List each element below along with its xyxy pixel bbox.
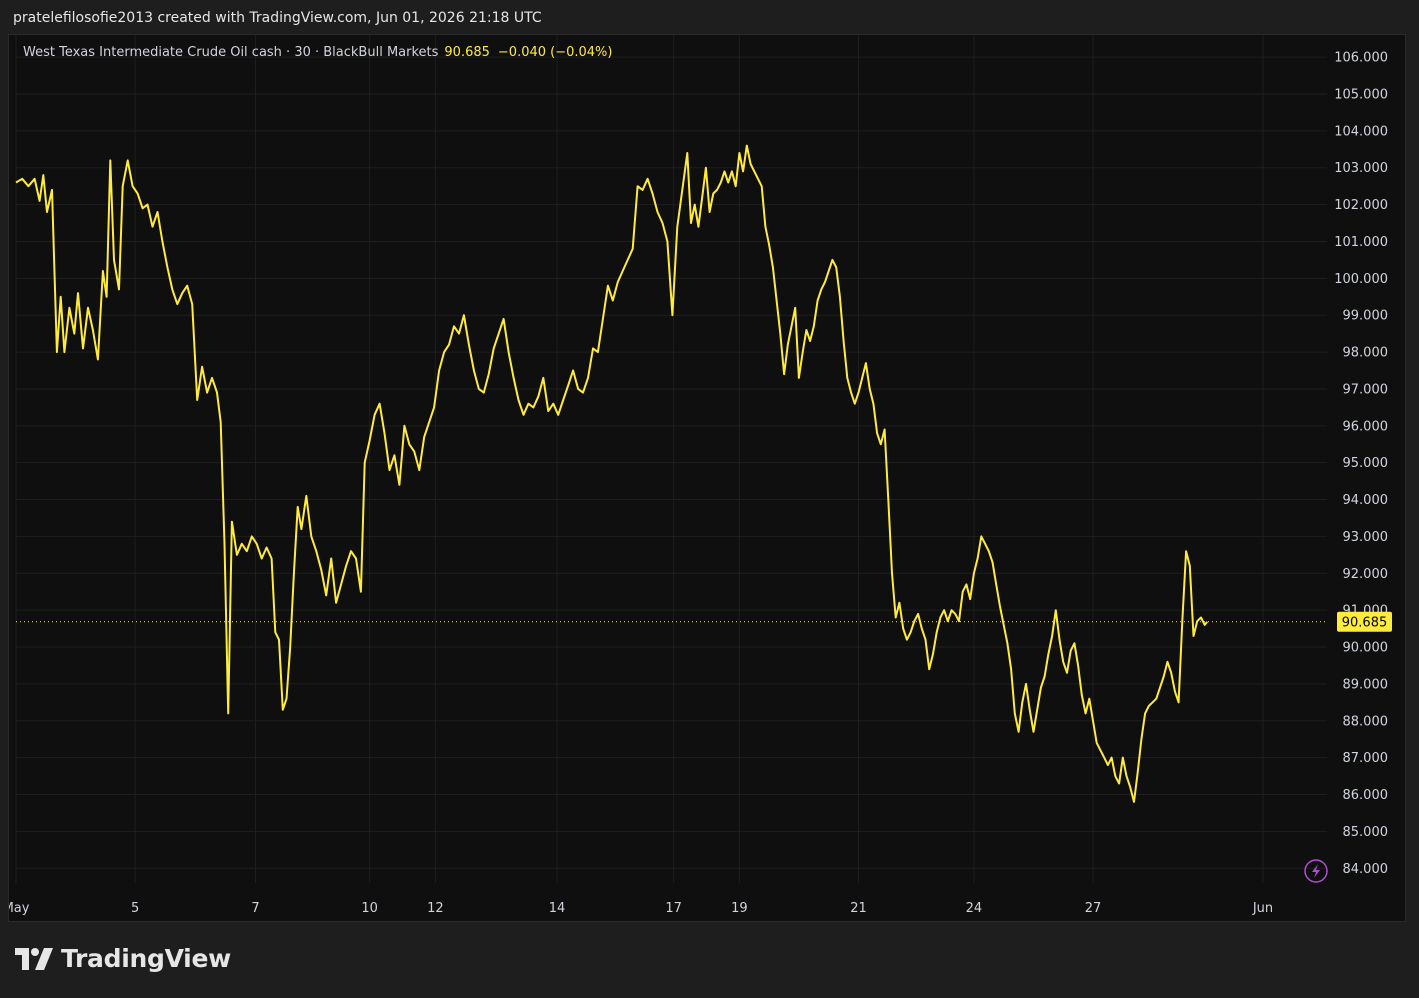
legend-change: −0.040 (−0.04%): [497, 45, 613, 60]
symbol-legend: West Texas Intermediate Crude Oil cash ·…: [23, 45, 612, 60]
y-tick-label: 102.000: [1334, 198, 1388, 213]
legend-price: 90.685: [444, 45, 490, 60]
x-tick-label: 27: [1085, 901, 1102, 916]
y-tick-label: 106.000: [1334, 51, 1388, 66]
y-tick-label: 100.000: [1334, 272, 1388, 287]
x-tick-label: 7: [251, 901, 259, 916]
y-tick-label: 85.000: [1343, 825, 1389, 840]
y-tick-label: 103.000: [1334, 161, 1388, 176]
symbol-description: West Texas Intermediate Crude Oil cash ·…: [23, 45, 439, 60]
x-tick-label: 14: [549, 901, 566, 916]
chart-panel[interactable]: 84.000 85.000 86.000 87.000 88.000 89.000 90.0…: [8, 34, 1406, 922]
lightning-icon: [1304, 859, 1328, 883]
x-tick-label: 10: [361, 901, 378, 916]
chart-overlay: 90.685: [16, 611, 1392, 883]
y-tick-label: 101.000: [1334, 235, 1388, 250]
price-chart[interactable]: 84.000 85.000 86.000 87.000 88.000 89.000 90.0…: [9, 35, 1405, 921]
y-tick-label: 88.000: [1343, 714, 1389, 729]
x-tick-label: 19: [731, 901, 748, 916]
x-tick-label: 24: [966, 901, 983, 916]
y-tick-label: 89.000: [1343, 677, 1389, 692]
x-tick-label: 12: [427, 901, 444, 916]
y-tick-label: 99.000: [1343, 309, 1389, 324]
x-tick-label: Jun: [1252, 901, 1273, 916]
price-series-line: [15, 144, 1208, 803]
x-tick-label: May: [9, 901, 30, 916]
y-tick-label: 84.000: [1343, 862, 1389, 877]
x-tick-label: 21: [850, 901, 867, 916]
y-tick-label: 93.000: [1343, 530, 1389, 545]
y-tick-label: 90.000: [1343, 641, 1389, 656]
chart-series-layer: [15, 144, 1208, 803]
y-tick-label: 105.000: [1334, 87, 1388, 102]
lightning-icon-bolt: [1312, 864, 1320, 878]
tradingview-logo-icon: [15, 947, 53, 970]
x-tick-label: 5: [131, 901, 139, 916]
y-tick-label: 97.000: [1343, 382, 1389, 397]
chart-axes: 84.000 85.000 86.000 87.000 88.000 89.000 90.0…: [9, 51, 1388, 916]
last-price-label: 90.685: [1342, 615, 1388, 630]
chart-grid: [15, 35, 1327, 883]
y-tick-label: 94.000: [1343, 493, 1389, 508]
y-tick-label: 98.000: [1343, 346, 1389, 361]
tradingview-wordmark: TradingView: [61, 944, 231, 973]
y-tick-label: 104.000: [1334, 124, 1388, 139]
y-tick-label: 92.000: [1343, 567, 1389, 582]
chart-attribution-header: pratelefilosofie2013 created with Tradin…: [13, 10, 542, 26]
y-tick-label: 86.000: [1343, 788, 1389, 803]
y-tick-label: 96.000: [1343, 419, 1389, 434]
x-tick-label: 17: [665, 901, 682, 916]
y-tick-label: 87.000: [1343, 751, 1389, 766]
y-tick-label: 95.000: [1343, 456, 1389, 471]
tradingview-brand: TradingView: [15, 944, 231, 973]
